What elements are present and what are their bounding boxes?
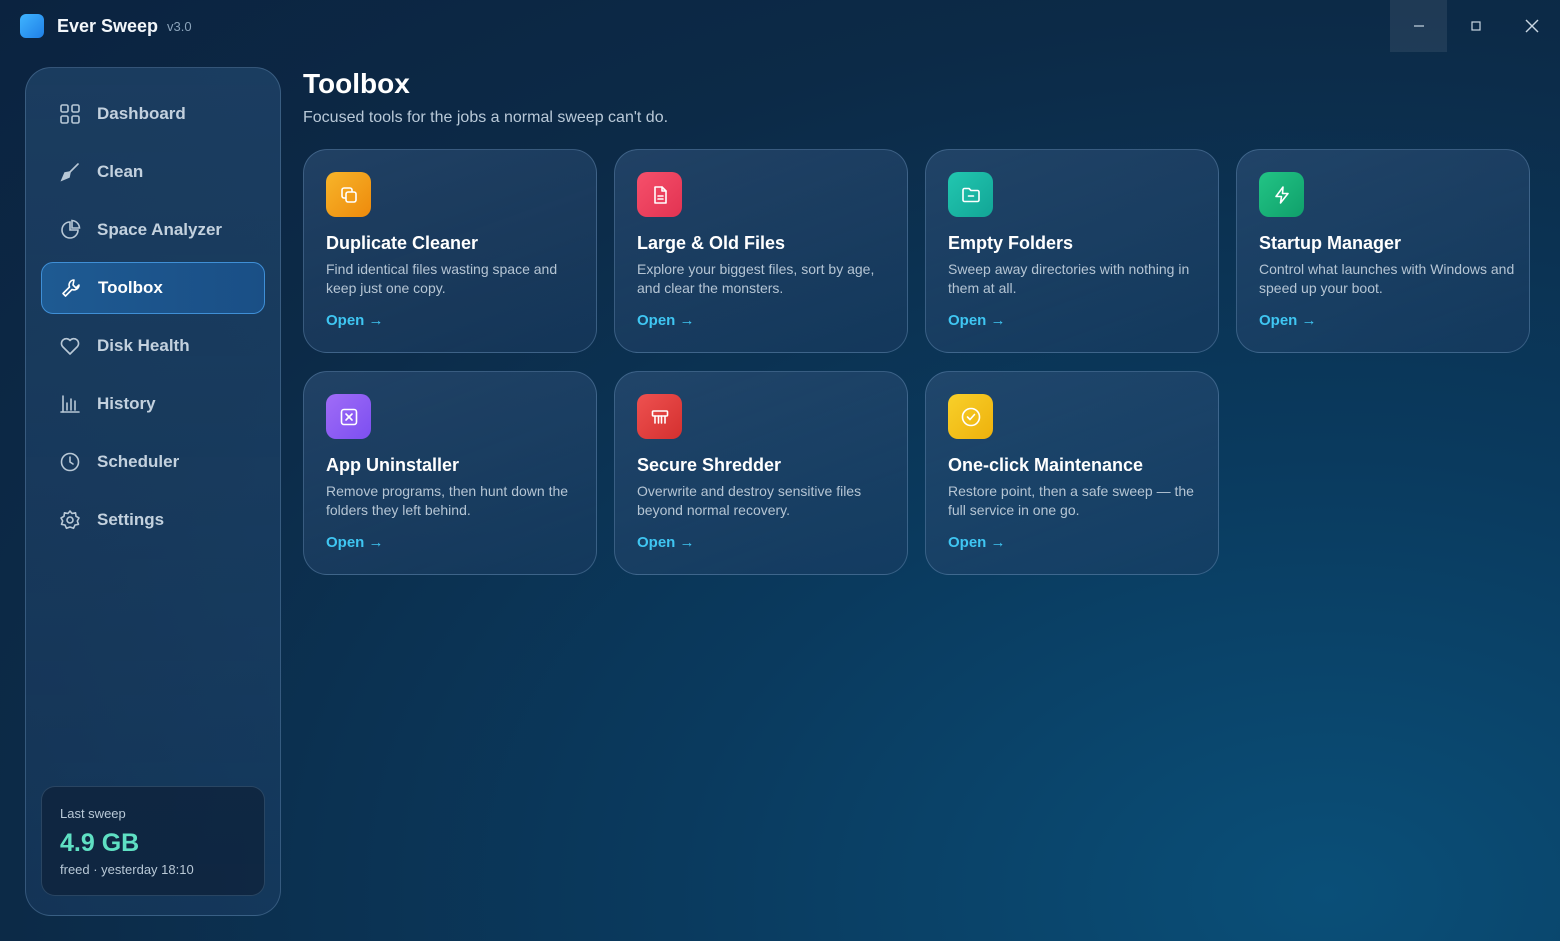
card-description: Control what launches with Windows and s… xyxy=(1259,261,1515,296)
card-title: Large & Old Files xyxy=(637,233,786,253)
card-description: Restore point, then a safe sweep — the f… xyxy=(948,483,1194,518)
tool-card-large-old-files[interactable]: Large & Old Files Explore your biggest f… xyxy=(614,149,908,353)
tool-card-startup-manager[interactable]: Startup Manager Control what launches wi… xyxy=(1236,149,1530,353)
close-button[interactable] xyxy=(1503,0,1560,52)
shredder-icon xyxy=(637,394,682,439)
pie-chart-icon xyxy=(59,219,81,241)
wrench-icon xyxy=(60,277,82,299)
card-title: Startup Manager xyxy=(1259,233,1402,253)
sidebar-item-label: Dashboard xyxy=(97,104,186,123)
page-subtitle: Focused tools for the jobs a normal swee… xyxy=(303,109,669,126)
open-link[interactable]: Open → xyxy=(1259,312,1317,329)
last-sweep-panel: Last sweep 4.9 GB freed · yesterday 18:1… xyxy=(41,786,265,896)
open-link[interactable]: Open → xyxy=(637,534,695,551)
app-name: Ever Sweep xyxy=(57,16,159,36)
card-title: One-click Maintenance xyxy=(948,455,1144,475)
sidebar-item-clean[interactable]: Clean xyxy=(41,146,265,198)
tool-card-empty-folders[interactable]: Empty Folders Sweep away directories wit… xyxy=(925,149,1219,353)
clock-icon xyxy=(59,451,81,473)
sidebar-item-settings[interactable]: Settings xyxy=(41,494,265,546)
app-version: v3.0 xyxy=(167,19,192,34)
card-title: Duplicate Cleaner xyxy=(326,233,479,253)
sidebar-item-label: History xyxy=(97,394,156,413)
sidebar-item-label: Settings xyxy=(97,510,165,529)
card-description: Explore your biggest files, sort by age,… xyxy=(637,261,875,296)
title-bar: Ever Sweep v3.0 xyxy=(0,0,1560,52)
card-title: App Uninstaller xyxy=(326,455,460,475)
card-description: Remove programs, then hunt down the fold… xyxy=(326,483,569,518)
sidebar-item-toolbox[interactable]: Toolbox xyxy=(41,262,265,314)
document-icon xyxy=(637,172,682,217)
card-title: Secure Shredder xyxy=(637,455,782,475)
gear-icon xyxy=(59,509,81,531)
last-sweep-label: Last sweep xyxy=(60,806,126,821)
card-description: Sweep away directories with nothing in t… xyxy=(948,261,1190,296)
sidebar-item-scheduler[interactable]: Scheduler xyxy=(41,436,265,488)
sidebar-item-label: Toolbox xyxy=(98,278,163,297)
heart-icon xyxy=(59,335,81,357)
card-description: Find identical files wasting space and k… xyxy=(326,261,558,296)
sidebar-item-label: Scheduler xyxy=(97,452,180,471)
open-link[interactable]: Open → xyxy=(637,312,695,329)
close-icon xyxy=(1525,19,1538,33)
tool-card-duplicate-cleaner[interactable]: Duplicate Cleaner Find identical files w… xyxy=(303,149,597,353)
open-link[interactable]: Open → xyxy=(326,312,384,329)
check-circle-icon xyxy=(948,394,993,439)
sidebar-item-label: Clean xyxy=(97,162,144,181)
minimize-icon xyxy=(1413,25,1424,27)
uninstall-icon xyxy=(326,394,371,439)
maximize-icon xyxy=(1470,21,1481,31)
maximize-button[interactable] xyxy=(1447,0,1504,52)
card-description: Overwrite and destroy sensitive files be… xyxy=(637,483,862,518)
folder-icon xyxy=(948,172,993,217)
last-sweep-value: 4.9 GB xyxy=(60,829,140,857)
tool-card-one-click-maintenance[interactable]: One-click Maintenance Restore point, the… xyxy=(925,371,1219,575)
open-link[interactable]: Open → xyxy=(948,534,1006,551)
sidebar-item-space-analyzer[interactable]: Space Analyzer xyxy=(41,204,265,256)
copy-icon xyxy=(326,172,371,217)
bar-chart-icon xyxy=(59,393,81,415)
last-sweep-subtext: freed · yesterday 18:10 xyxy=(60,862,194,877)
tool-card-secure-shredder[interactable]: Secure Shredder Overwrite and destroy se… xyxy=(614,371,908,575)
open-link[interactable]: Open → xyxy=(326,534,384,551)
sidebar-item-history[interactable]: History xyxy=(41,378,265,430)
sidebar-item-dashboard[interactable]: Dashboard xyxy=(41,88,265,140)
lightning-icon xyxy=(1259,172,1304,217)
sidebar: Dashboard Clean Space Analyzer Toolbox D… xyxy=(25,67,281,916)
grid-icon xyxy=(59,103,81,125)
page-title: Toolbox xyxy=(303,68,410,99)
sidebar-item-label: Space Analyzer xyxy=(97,220,223,239)
minimize-button[interactable] xyxy=(1390,0,1447,52)
tool-card-app-uninstaller[interactable]: App Uninstaller Remove programs, then hu… xyxy=(303,371,597,575)
broom-icon xyxy=(59,161,81,183)
sidebar-item-label: Disk Health xyxy=(97,336,190,355)
app-logo xyxy=(20,14,44,38)
card-title: Empty Folders xyxy=(948,233,1074,253)
open-link[interactable]: Open → xyxy=(948,312,1006,329)
sidebar-item-disk-health[interactable]: Disk Health xyxy=(41,320,265,372)
